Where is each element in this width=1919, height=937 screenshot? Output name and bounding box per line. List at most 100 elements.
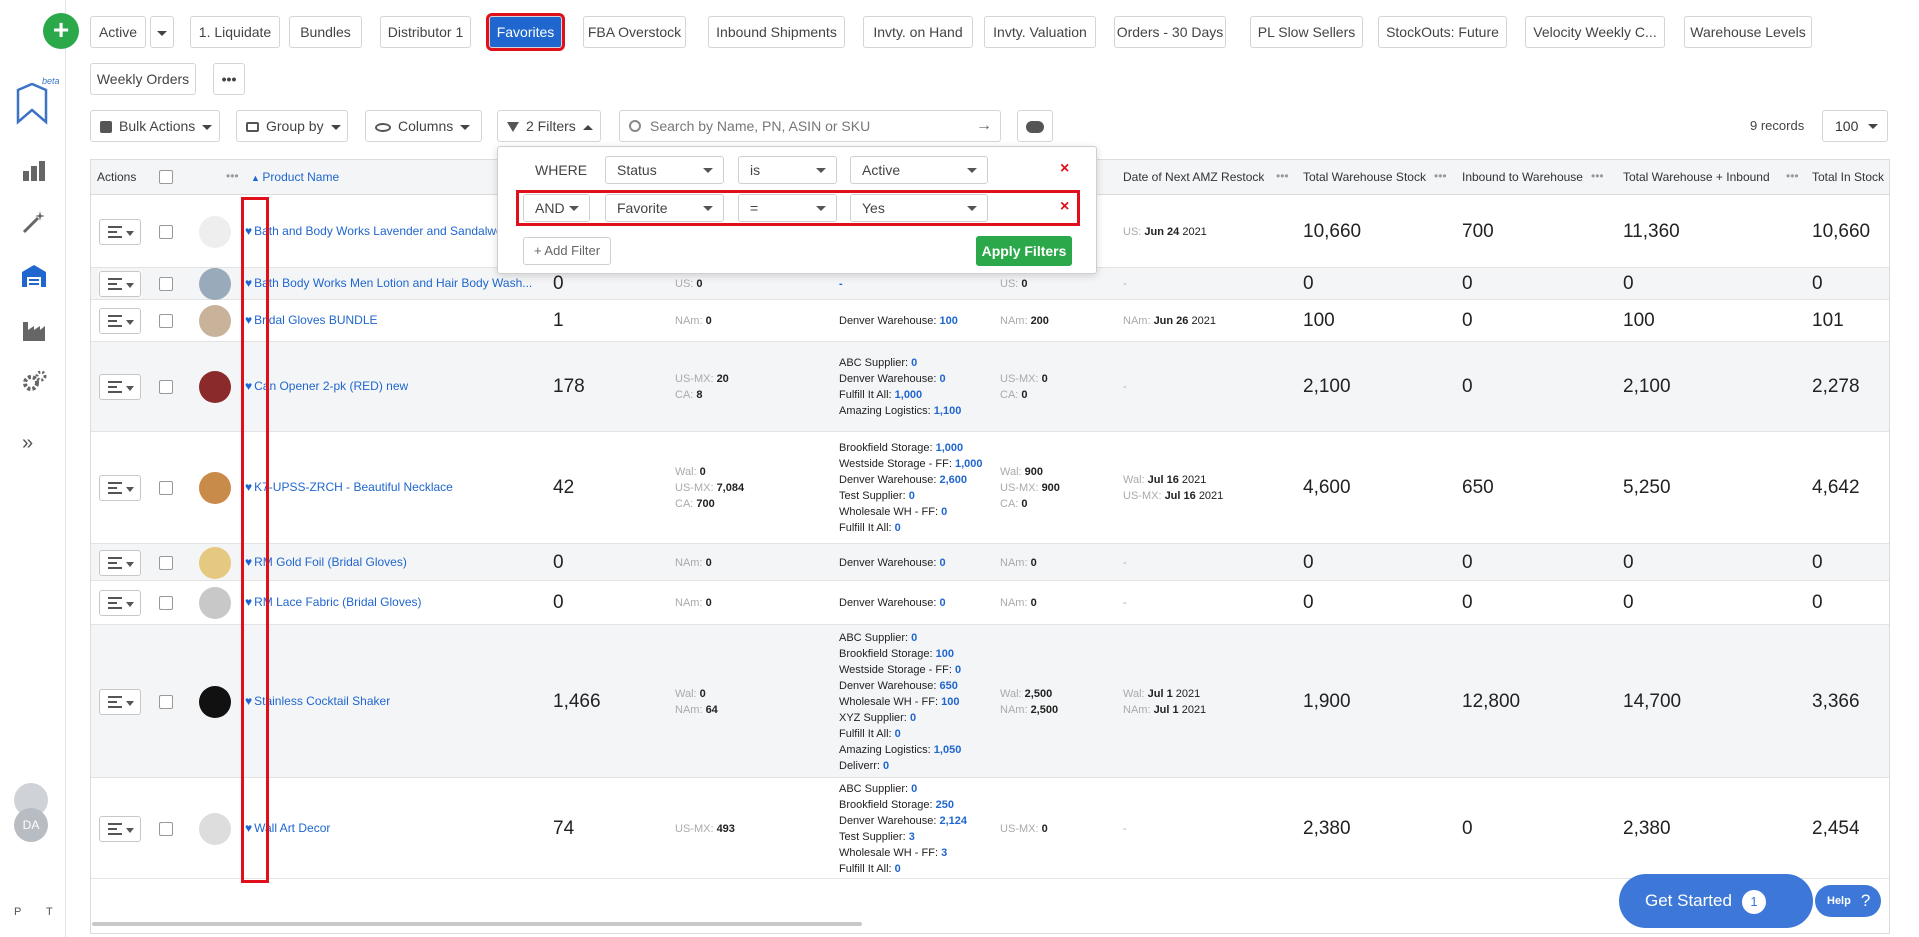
app-logo[interactable]	[12, 80, 52, 126]
bulk-actions-button[interactable]: Bulk Actions	[90, 110, 220, 142]
col-total-warehouse-inbound[interactable]: Total Warehouse + Inbound	[1623, 160, 1770, 195]
row-actions-button[interactable]	[99, 271, 141, 297]
row-checkbox[interactable]	[159, 314, 173, 328]
magic-wand-icon[interactable]	[20, 208, 48, 236]
tab-pl-slow-sellers[interactable]: PL Slow Sellers	[1250, 16, 1363, 48]
arrow-right-icon[interactable]: →	[976, 111, 992, 141]
product-name-link[interactable]: ♥ Bath and Body Works Lavender and Sandal…	[245, 224, 503, 238]
search-input[interactable]: Search by Name, PN, ASIN or SKU →	[619, 110, 1001, 142]
tab-bundles[interactable]: Bundles	[289, 16, 362, 48]
tab-stockouts-future[interactable]: StockOuts: Future	[1378, 16, 1507, 48]
table-row: ♥ RM Gold Foil (Bridal Gloves) 0 NAm: 0 Denv…	[91, 544, 1889, 581]
col-product-name[interactable]: ▲ Product Name	[251, 160, 339, 195]
tab-favorites[interactable]: Favorites	[486, 13, 565, 51]
product-name-link[interactable]: ♥ RM Lace Fabric (Bridal Gloves)	[245, 595, 635, 609]
row-actions-button[interactable]	[99, 549, 141, 576]
product-thumbnail[interactable]	[199, 546, 231, 579]
filter-1-operator-select[interactable]: is	[738, 156, 837, 184]
group-by-button[interactable]: Group by	[236, 110, 348, 142]
horizontal-scrollbar[interactable]	[92, 922, 862, 926]
filter-2-value-select[interactable]: Yes	[850, 194, 988, 222]
product-thumbnail[interactable]	[199, 305, 231, 337]
row-checkbox[interactable]	[159, 380, 173, 394]
breakdown-line: Westside Storage - FF: 0	[839, 663, 962, 676]
settings-gear-icon[interactable]	[20, 368, 48, 396]
filters-button[interactable]: 2 Filters	[497, 110, 601, 142]
tab-active[interactable]: Active	[90, 16, 146, 48]
chevron-down-icon	[126, 487, 134, 492]
dashboard-icon[interactable]	[20, 157, 48, 185]
row-actions-button[interactable]	[99, 815, 141, 842]
tab-distributor-1[interactable]: Distributor 1	[380, 16, 471, 48]
col-next-restock[interactable]: Date of Next AMZ Restock	[1123, 160, 1264, 195]
product-name-link[interactable]: ♥ RM Gold Foil (Bridal Gloves)	[245, 555, 635, 569]
product-name-link[interactable]: ♥ Bath Body Works Men Lotion and Hair Bod…	[245, 276, 635, 290]
row-checkbox[interactable]	[159, 555, 173, 570]
factory-icon[interactable]	[20, 316, 48, 344]
product-name-link[interactable]: ♥ K7-UPSS-ZRCH - Beautiful Necklace	[245, 480, 635, 494]
supplier-breakdown: -	[839, 276, 843, 292]
get-started-button[interactable]: Get Started 1	[1619, 874, 1813, 928]
row-actions-button[interactable]	[99, 590, 141, 616]
product-name-link[interactable]: ♥ Wall Art Decor	[245, 821, 635, 835]
product-thumbnail[interactable]	[199, 268, 231, 300]
row-checkbox[interactable]	[159, 481, 173, 495]
filter-2-operator-select[interactable]: =	[738, 194, 837, 222]
col-total-warehouse-stock[interactable]: Total Warehouse Stock	[1303, 160, 1426, 195]
row-actions-button[interactable]	[99, 374, 141, 400]
column-menu-icon[interactable]: •••	[226, 160, 239, 193]
expand-sidebar-icon[interactable]: »	[22, 432, 33, 455]
tab-weekly-orders[interactable]: Weekly Orders	[90, 63, 196, 95]
tab-invty-on-hand[interactable]: Invty. on Hand	[863, 16, 973, 48]
product-thumbnail[interactable]	[199, 215, 231, 248]
per-page-select[interactable]: 100	[1822, 110, 1888, 142]
product-name-link[interactable]: ♥ Bridal Gloves BUNDLE	[245, 313, 635, 327]
more-tabs-button[interactable]: •••	[213, 63, 245, 95]
warehouse-icon[interactable]	[20, 262, 48, 290]
add-button[interactable]: +	[43, 13, 79, 49]
row-checkbox[interactable]	[159, 694, 173, 709]
row-checkbox[interactable]	[159, 596, 173, 610]
row-checkbox[interactable]	[159, 277, 173, 291]
tab-invty-valuation[interactable]: Invty. Valuation	[984, 16, 1096, 48]
tab-velocity-weekly[interactable]: Velocity Weekly C...	[1525, 16, 1665, 48]
product-thumbnail[interactable]	[199, 472, 231, 504]
column-menu-icon[interactable]: •••	[1786, 160, 1799, 193]
filter-2-conjunction-select[interactable]: AND	[523, 194, 590, 222]
add-filter-button[interactable]: + Add Filter	[523, 237, 611, 265]
column-menu-icon[interactable]: •••	[1276, 160, 1289, 193]
remove-filter-2-icon[interactable]: ×	[1060, 198, 1069, 216]
row-actions-button[interactable]	[99, 688, 141, 715]
col-inbound-to-warehouse[interactable]: Inbound to Warehouse	[1462, 160, 1583, 195]
inbound-to-warehouse: 0	[1462, 551, 1473, 573]
product-thumbnail[interactable]	[199, 685, 231, 718]
cloud-download-button[interactable]	[1017, 110, 1053, 142]
tab-liquidate[interactable]: 1. Liquidate	[190, 16, 280, 48]
row-actions-button[interactable]	[99, 475, 141, 501]
row-actions-button[interactable]	[99, 308, 141, 334]
filter-1-field-select[interactable]: Status	[605, 156, 724, 184]
tab-fba-overstock[interactable]: FBA Overstock	[583, 16, 686, 48]
user-initials-avatar[interactable]: DA	[14, 808, 48, 842]
product-thumbnail[interactable]	[199, 371, 231, 403]
breakdown-line: Westside Storage - FF: 1,000	[839, 458, 983, 470]
product-thumbnail[interactable]	[199, 587, 231, 619]
tab-active-dropdown[interactable]	[150, 16, 174, 48]
columns-button[interactable]: Columns	[365, 110, 482, 142]
column-menu-icon[interactable]: •••	[1591, 160, 1604, 193]
tab-orders-30-days[interactable]: Orders - 30 Days	[1114, 16, 1226, 48]
select-all-checkbox[interactable]	[159, 170, 173, 184]
col-total-in-stock[interactable]: Total In Stock	[1812, 160, 1884, 195]
tab-inbound-shipments[interactable]: Inbound Shipments	[708, 16, 845, 48]
row-actions-button[interactable]	[99, 218, 141, 245]
product-thumbnail[interactable]	[199, 812, 231, 845]
row-checkbox[interactable]	[159, 821, 173, 836]
remove-filter-1-icon[interactable]: ×	[1060, 160, 1069, 178]
help-button[interactable]: Help?	[1815, 885, 1881, 917]
filter-1-value-select[interactable]: Active	[850, 156, 988, 184]
apply-filters-button[interactable]: Apply Filters	[976, 236, 1072, 266]
filter-2-field-select[interactable]: Favorite	[605, 194, 724, 222]
tab-warehouse-levels[interactable]: Warehouse Levels	[1684, 16, 1812, 48]
row-checkbox[interactable]	[159, 224, 173, 239]
column-menu-icon[interactable]: •••	[1434, 160, 1447, 193]
